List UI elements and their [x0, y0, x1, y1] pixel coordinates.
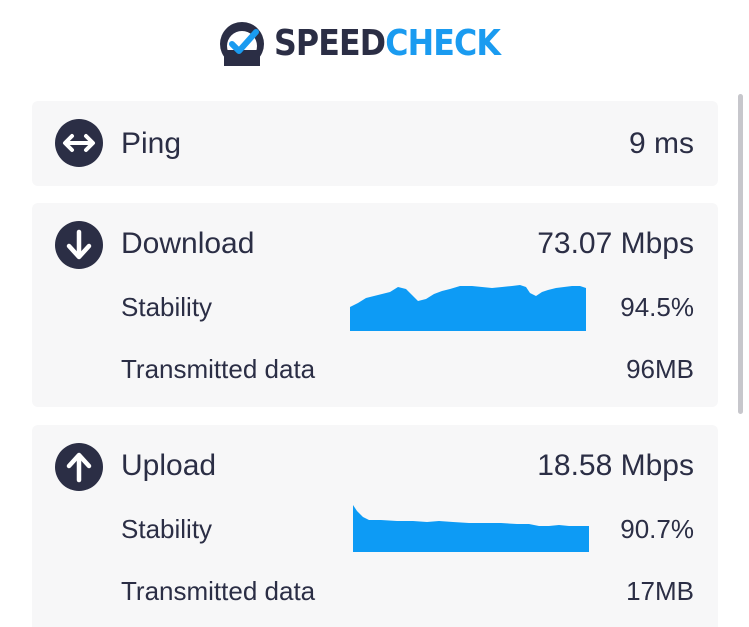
- download-stability-value: 94.5%: [620, 292, 694, 322]
- download-transmitted-label: Transmitted data: [121, 354, 316, 384]
- upload-card: Upload 18.58 Mbps Stability 90.7% Transm…: [32, 425, 718, 627]
- upload-stability-graph: [353, 505, 589, 552]
- arrow-down-circle-icon: [55, 221, 103, 269]
- logo-text-check: CHECK: [385, 23, 501, 64]
- speedometer-check-icon: [220, 22, 265, 66]
- download-value: 73.07 Mbps: [537, 227, 694, 260]
- arrow-up-circle-icon: [55, 443, 103, 491]
- upload-label: Upload: [121, 449, 217, 482]
- logo-wordmark: SPEEDCHECK: [274, 23, 501, 64]
- download-label: Download: [121, 227, 255, 260]
- download-stability-graph: [350, 285, 586, 331]
- ping-label: Ping: [121, 127, 182, 160]
- ping-card: Ping 9 ms: [32, 101, 718, 186]
- double-arrow-icon: [55, 119, 103, 167]
- vertical-scrollbar[interactable]: [738, 94, 743, 414]
- upload-stability-value: 90.7%: [620, 514, 694, 544]
- upload-transmitted-label: Transmitted data: [121, 576, 316, 606]
- download-stability-label: Stability: [121, 292, 213, 322]
- upload-stability-label: Stability: [121, 514, 213, 544]
- upload-transmitted-value: 17MB: [626, 576, 694, 606]
- upload-value: 18.58 Mbps: [537, 449, 694, 482]
- ping-value: 9 ms: [628, 127, 694, 160]
- download-transmitted-value: 96MB: [626, 354, 694, 384]
- download-card: Download 73.07 Mbps Stability 94.5% Tran…: [32, 203, 718, 407]
- logo-text-speed: SPEED: [274, 23, 386, 64]
- header: SPEEDCHECK: [0, 0, 749, 88]
- speedcheck-logo: SPEEDCHECK: [218, 20, 531, 68]
